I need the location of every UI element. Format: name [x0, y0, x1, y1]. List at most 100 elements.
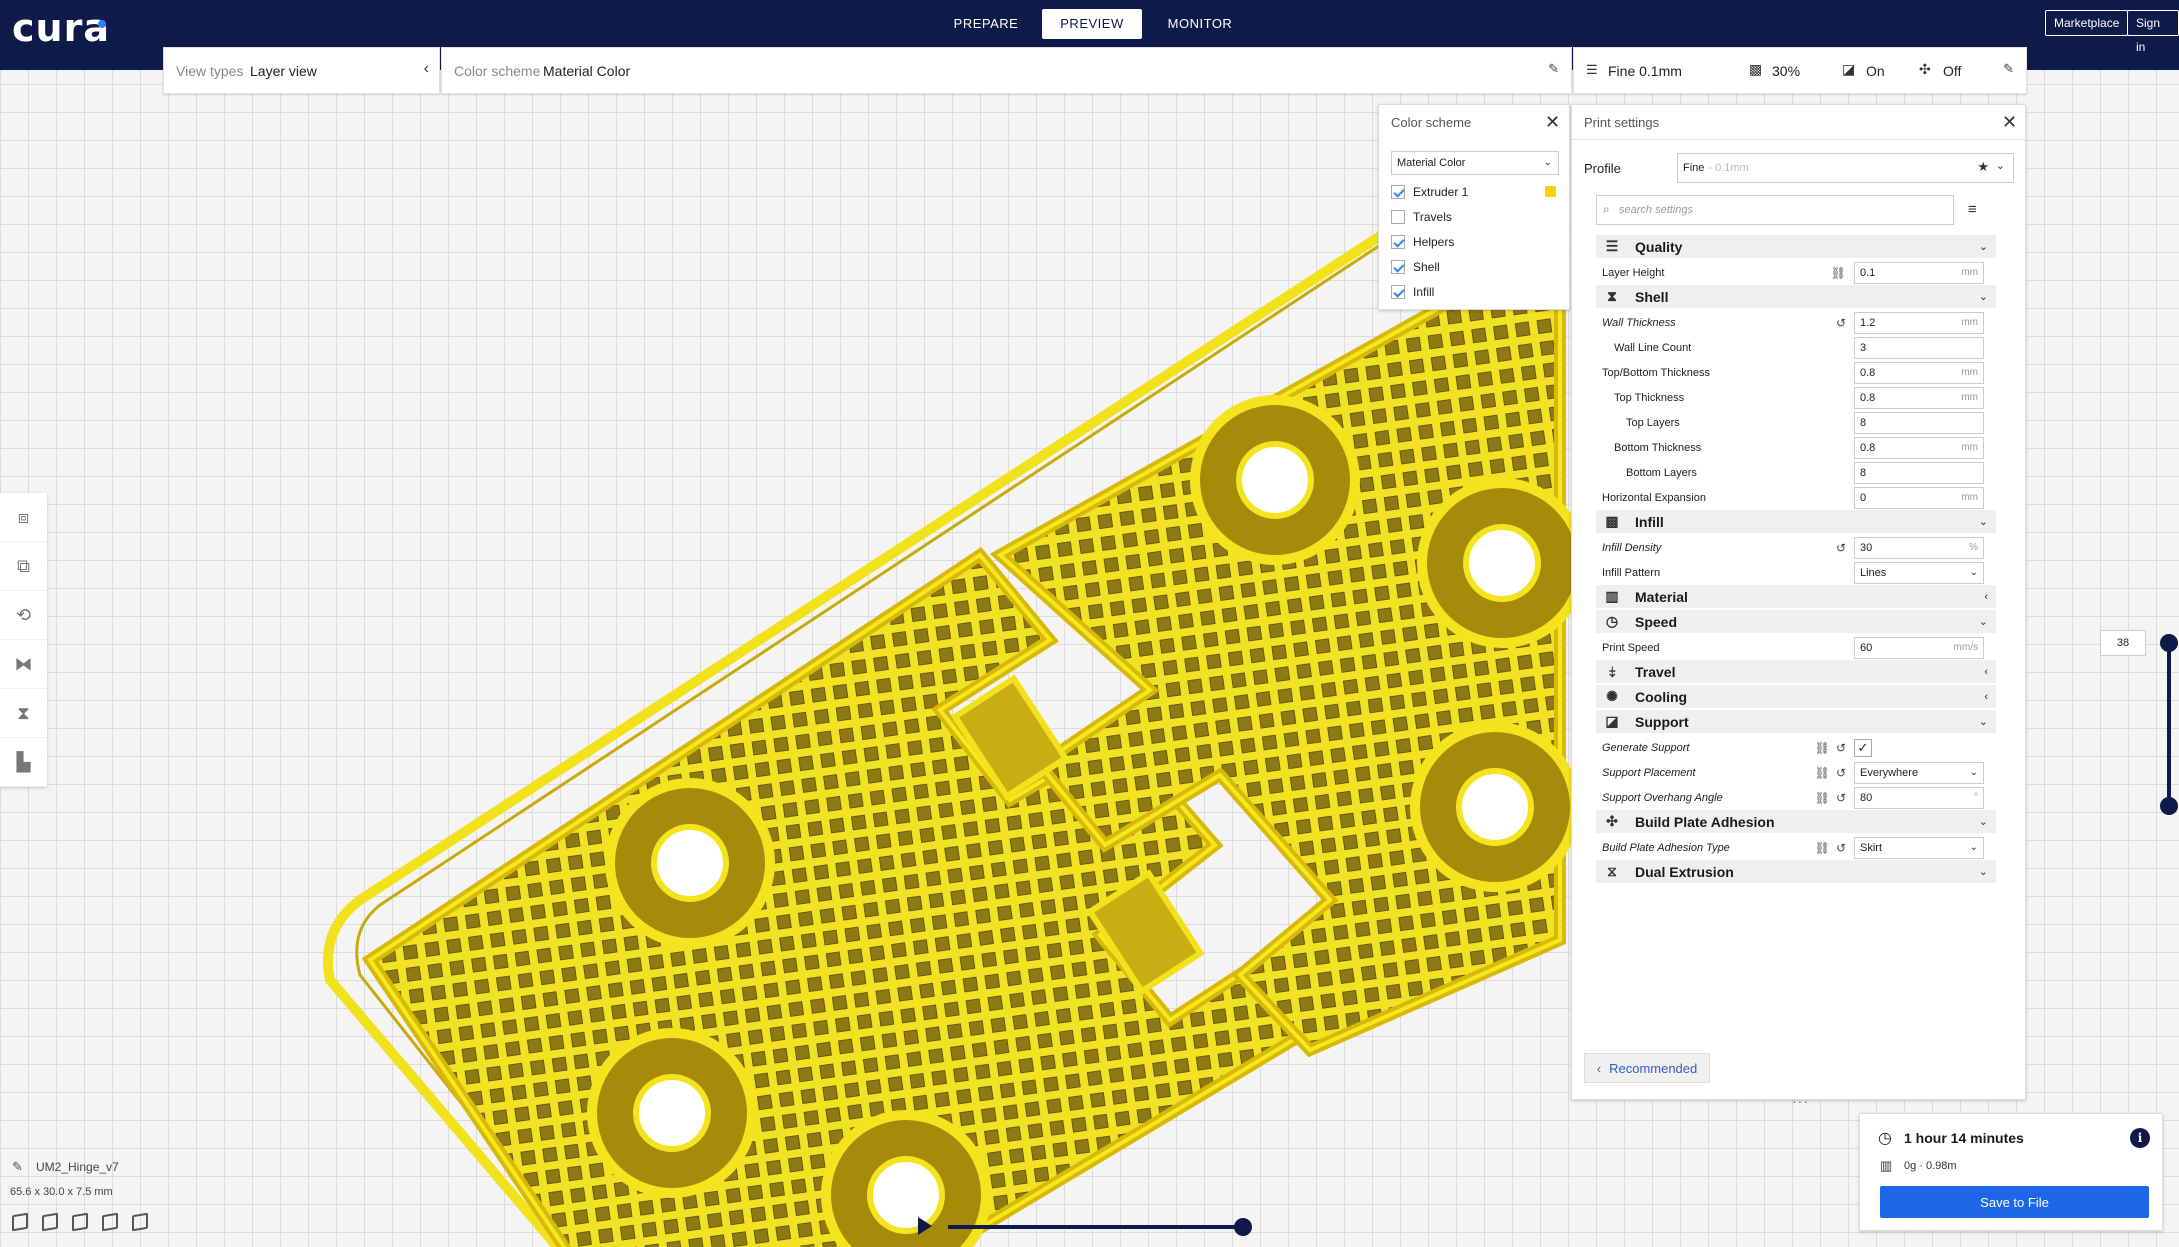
settings-category[interactable]: ▩ Infill ⌄	[1596, 510, 1996, 535]
setting-input[interactable]: 60 mm/s	[1854, 636, 1984, 659]
setting-select[interactable]: Skirt ⌄	[1854, 836, 1984, 859]
tab-prepare[interactable]: PREPARE	[940, 9, 1032, 39]
pencil-icon[interactable]: ✎	[12, 1159, 23, 1175]
setting-input[interactable]: 80 °	[1854, 786, 1984, 809]
save-to-file-button[interactable]: Save to File	[1880, 1186, 2149, 1218]
recommended-button[interactable]: ‹ Recommended	[1584, 1053, 1710, 1083]
sign-in-button[interactable]: Sign in	[2127, 10, 2179, 54]
setting-value: 8	[1860, 466, 1867, 479]
settings-category[interactable]: ⤈ Travel ‹	[1596, 660, 1996, 685]
cs-item-label: Shell	[1413, 260, 1440, 274]
tool-rotate[interactable]: ⟲	[0, 591, 47, 640]
pencil-icon[interactable]: ✎	[2003, 61, 2014, 77]
object-name[interactable]: UM2_Hinge_v7	[36, 1160, 119, 1174]
setting-input[interactable]: 3	[1854, 336, 1984, 359]
close-icon[interactable]: ✕	[1545, 113, 1560, 131]
view-top-icon[interactable]	[72, 1212, 88, 1232]
search-settings-input[interactable]: ⌕ search settings	[1596, 195, 1954, 225]
close-icon[interactable]: ✕	[2002, 113, 2017, 131]
settings-category[interactable]: ☰ Quality ⌄	[1596, 235, 1996, 260]
tool-scale[interactable]: ⧉	[0, 542, 47, 591]
star-icon[interactable]: ★	[1977, 159, 1989, 175]
infill-icon: ▩	[1749, 61, 1763, 77]
view-left-icon[interactable]	[102, 1212, 118, 1232]
profile-select[interactable]: Fine - 0.1mm ★ ⌄	[1677, 153, 2014, 183]
setting-select[interactable]: Everywhere ⌄	[1854, 761, 1984, 784]
view-right-icon[interactable]	[132, 1212, 148, 1232]
checkbox[interactable]	[1391, 260, 1405, 274]
chevron-down-icon: ⌄	[1969, 567, 1978, 578]
setting-input[interactable]: 30%	[1854, 536, 1984, 559]
reset-icon[interactable]: ↺	[1836, 766, 1846, 780]
cs-item-shell[interactable]: Shell	[1391, 258, 1440, 276]
reset-icon[interactable]: ↺	[1836, 741, 1846, 755]
setting-row: Generate Support ⛓ ↺ ✓	[1596, 735, 1996, 760]
settings-category[interactable]: ◪ Support ⌄	[1596, 710, 1996, 735]
tool-support-blocker[interactable]: ▙	[0, 738, 47, 787]
marketplace-button[interactable]: Marketplace	[2045, 10, 2129, 36]
link-icon[interactable]: ⛓	[1815, 741, 1830, 755]
print-setup-summary[interactable]: ☰ Fine 0.1mm ▩ 30% ◪ On ✣ Off ✎	[1573, 47, 2027, 94]
checkbox[interactable]	[1391, 235, 1405, 249]
setting-input[interactable]: 0 mm	[1854, 486, 1984, 509]
tab-preview[interactable]: PREVIEW	[1042, 9, 1142, 39]
settings-category[interactable]: ✣ Build Plate Adhesion ⌄	[1596, 810, 1996, 835]
tool-per-model[interactable]: ⧗	[0, 689, 47, 738]
settings-category[interactable]: ⧖ Dual Extrusion ⌄	[1596, 860, 1996, 885]
view-types-panel[interactable]: View types Layer view ‹	[163, 47, 440, 94]
reset-icon[interactable]: ↺	[1836, 316, 1846, 330]
pencil-icon[interactable]: ✎	[1548, 61, 1559, 77]
tool-mirror[interactable]: ⧓	[0, 640, 47, 689]
checkbox[interactable]	[1391, 185, 1405, 199]
reset-icon[interactable]: ↺	[1836, 841, 1846, 855]
path-slider-handle[interactable]	[1234, 1218, 1252, 1236]
reset-icon[interactable]: ↺	[1836, 791, 1846, 805]
layer-number-input[interactable]: 38	[2100, 630, 2146, 656]
setting-input[interactable]: 1.2 mm	[1854, 311, 1984, 334]
setting-input[interactable]: 0.8 mm	[1854, 386, 1984, 409]
color-scheme-value[interactable]: Material Color	[543, 63, 630, 79]
settings-category[interactable]: ✺ Cooling ‹	[1596, 685, 1996, 710]
view-front-icon[interactable]	[42, 1212, 58, 1232]
color-scheme-header[interactable]: Color scheme Material Color ✎	[441, 47, 1572, 94]
cs-item-infill[interactable]: Infill	[1391, 283, 1434, 301]
info-icon[interactable]: i	[2130, 1128, 2150, 1148]
path-slider-track[interactable]	[948, 1225, 1242, 1229]
setting-value: 0	[1860, 491, 1867, 504]
cs-item-helpers[interactable]: Helpers	[1391, 233, 1454, 251]
view-types-value[interactable]: Layer view	[250, 63, 317, 79]
reset-icon[interactable]: ↺	[1836, 541, 1846, 555]
settings-menu-icon[interactable]: ≡	[1968, 201, 1977, 218]
setting-input[interactable]: 0.1 mm	[1854, 261, 1984, 284]
tool-move[interactable]: ⧈	[0, 493, 47, 542]
link-icon[interactable]: ⛓	[1815, 841, 1830, 855]
tab-monitor[interactable]: MONITOR	[1152, 9, 1248, 39]
profile-value: Fine	[1683, 162, 1705, 174]
link-icon[interactable]: ⛓	[1815, 766, 1830, 780]
checkbox[interactable]	[1391, 210, 1405, 224]
setting-input[interactable]: 8	[1854, 461, 1984, 484]
chevron-down-icon: ⌄	[1543, 156, 1552, 168]
chevron-left-icon[interactable]: ‹	[424, 60, 429, 78]
play-icon[interactable]	[918, 1217, 932, 1235]
layer-slider-lower-handle[interactable]	[2160, 797, 2178, 815]
search-placeholder: search settings	[1619, 204, 1693, 216]
link-icon[interactable]: ⛓	[1831, 266, 1846, 280]
color-scheme-select[interactable]: Material Color ⌄	[1391, 151, 1559, 175]
setting-select[interactable]: Lines ⌄	[1854, 561, 1984, 584]
settings-category[interactable]: ◷ Speed ⌄	[1596, 610, 1996, 635]
settings-category[interactable]: ▥ Material ‹	[1596, 585, 1996, 610]
panel-resize-handle[interactable]: ···	[1792, 1093, 1809, 1109]
view-3d-icon[interactable]	[12, 1212, 28, 1232]
settings-category[interactable]: ⧗ Shell ⌄	[1596, 285, 1996, 310]
setting-input[interactable]: 8	[1854, 411, 1984, 434]
setting-input[interactable]: 0.8 mm	[1854, 436, 1984, 459]
checkbox[interactable]: ✓	[1854, 738, 1872, 757]
checkbox[interactable]	[1391, 285, 1405, 299]
cs-item-extruder[interactable]: Extruder 1	[1391, 183, 1468, 201]
layer-slider-track[interactable]	[2167, 641, 2171, 807]
layer-slider-upper-handle[interactable]	[2160, 634, 2178, 652]
cs-item-travels[interactable]: Travels	[1391, 208, 1452, 226]
setting-input[interactable]: 0.8 mm	[1854, 361, 1984, 384]
link-icon[interactable]: ⛓	[1815, 791, 1830, 805]
